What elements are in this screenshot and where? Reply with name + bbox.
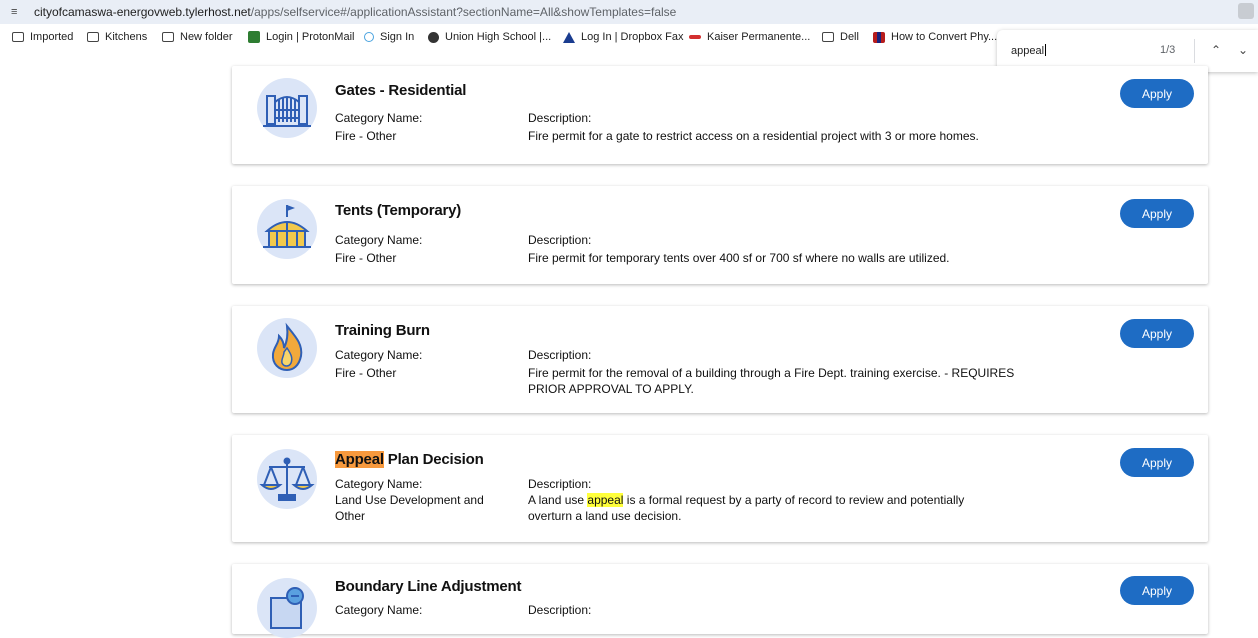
- dropbox-icon: [563, 31, 575, 43]
- bookmark-label: Log In | Dropbox Fax: [581, 31, 684, 43]
- description-text: Fire permit for temporary tents over 400…: [528, 251, 950, 265]
- folder-icon: [12, 32, 24, 42]
- sign-in-icon: [364, 32, 374, 42]
- kaiser-icon: [689, 35, 701, 39]
- description-text: Fire permit for a gate to restrict acces…: [528, 129, 979, 143]
- site-info-icon[interactable]: ≡: [11, 5, 25, 19]
- bookmark-dropbox-fax[interactable]: Log In | Dropbox Fax: [563, 29, 684, 45]
- category-value: Fire - Other: [335, 251, 397, 265]
- bookmark-kaiser[interactable]: Kaiser Permanente...: [689, 29, 810, 45]
- permit-title: Tents (Temporary): [335, 202, 462, 219]
- category-label: Category Name:: [335, 233, 423, 247]
- bookmark-new-folder[interactable]: New folder: [162, 29, 233, 45]
- description-text: Fire permit for the removal of a buildin…: [528, 366, 1015, 396]
- permit-title: Appeal Plan Decision: [335, 451, 484, 468]
- category-label: Category Name:: [335, 477, 423, 491]
- bookmark-label: Sign In: [380, 31, 415, 43]
- permit-card-boundary-line-adjustment: Boundary Line Adjustment Category Name: …: [232, 564, 1208, 638]
- bookmark-label: Imported: [30, 31, 74, 43]
- description-label: Description:: [528, 233, 592, 247]
- find-input[interactable]: appeal: [1011, 44, 1047, 57]
- apply-button[interactable]: Apply: [1120, 79, 1194, 108]
- protonmail-icon: [248, 31, 260, 43]
- folder-icon: [162, 32, 174, 42]
- permit-title: Gates - Residential: [335, 82, 467, 99]
- permit-card-training-burn: Training Burn Category Name: Fire - Othe…: [232, 306, 1208, 413]
- school-icon: [428, 31, 439, 43]
- bookmark-label: New folder: [180, 31, 233, 43]
- category-value: Land Use Development and Other: [335, 493, 484, 523]
- apply-button[interactable]: Apply: [1120, 199, 1194, 228]
- address-bar[interactable]: ≡ cityofcamaswa-energovweb.tylerhost.net…: [0, 0, 1258, 24]
- category-label: Category Name:: [335, 348, 423, 362]
- search-highlight-current: Appeal: [335, 451, 384, 468]
- find-query: appeal: [1011, 45, 1045, 57]
- map-boundary-icon: [257, 578, 317, 638]
- chevron-down-icon[interactable]: ⌄: [1235, 42, 1251, 58]
- bookmark-union-high-school[interactable]: Union High School |...: [428, 29, 551, 45]
- scales-icon: [257, 449, 317, 509]
- text-caret: [1045, 44, 1047, 56]
- bookmark-protonmail[interactable]: Login | ProtonMail: [248, 29, 354, 45]
- apply-button[interactable]: Apply: [1120, 319, 1194, 348]
- url-text[interactable]: cityofcamaswa-energovweb.tylerhost.net/a…: [34, 4, 676, 20]
- apply-button[interactable]: Apply: [1120, 448, 1194, 477]
- gate-icon: [257, 78, 317, 138]
- bookmark-how-to-convert[interactable]: How to Convert Phy...: [873, 29, 997, 45]
- apply-button[interactable]: Apply: [1120, 576, 1194, 605]
- bookmark-dell[interactable]: Dell: [822, 29, 859, 45]
- permit-title: Training Burn: [335, 322, 430, 339]
- category-value: Fire - Other: [335, 129, 397, 143]
- permit-card-appeal-plan-decision: Appeal Plan Decision Category Name: Land…: [232, 435, 1208, 542]
- description-label: Description:: [528, 348, 592, 362]
- bookmark-label: Dell: [840, 31, 859, 43]
- tent-icon: [257, 199, 317, 259]
- flag-icon: [873, 31, 885, 43]
- bookmark-sign-in[interactable]: Sign In: [364, 29, 414, 45]
- description-pre: A land use: [528, 493, 588, 507]
- description-text: A land use appeal is a formal request by…: [528, 492, 998, 524]
- bookmark-label: Union High School |...: [445, 31, 552, 43]
- category-label: Category Name:: [335, 111, 423, 125]
- category-value: Fire - Other: [335, 366, 397, 380]
- permit-title-rest: Plan Decision: [383, 451, 484, 468]
- bookmark-imported[interactable]: Imported: [12, 29, 73, 45]
- permit-card-tents-temporary: Tents (Temporary) Category Name: Fire - …: [232, 186, 1208, 284]
- extension-icon[interactable]: [1238, 3, 1254, 19]
- find-match-count: 1/3: [1160, 44, 1176, 56]
- url-host: cityofcamaswa-energovweb.tylerhost.net: [34, 5, 251, 19]
- description-label: Description:: [528, 477, 592, 491]
- permit-title: Boundary Line Adjustment: [335, 578, 522, 595]
- bookmark-kitchens[interactable]: Kitchens: [87, 29, 147, 45]
- search-highlight: appeal: [587, 493, 624, 507]
- description-label: Description:: [528, 603, 592, 617]
- permit-card-gates-residential: Gates - Residential Category Name: Fire …: [232, 66, 1208, 164]
- find-divider: [1194, 39, 1195, 63]
- bookmark-label: Kaiser Permanente...: [707, 31, 811, 43]
- bookmark-label: How to Convert Phy...: [891, 31, 998, 43]
- folder-icon: [87, 32, 99, 42]
- bookmark-label: Kitchens: [105, 31, 148, 43]
- chevron-up-icon[interactable]: ⌃: [1208, 42, 1224, 58]
- bookmark-label: Login | ProtonMail: [266, 31, 355, 43]
- url-path: /apps/selfservice#/applicationAssistant?…: [250, 5, 677, 19]
- description-label: Description:: [528, 111, 592, 125]
- folder-icon: [822, 32, 834, 42]
- category-label: Category Name:: [335, 603, 423, 617]
- fire-icon: [257, 318, 317, 378]
